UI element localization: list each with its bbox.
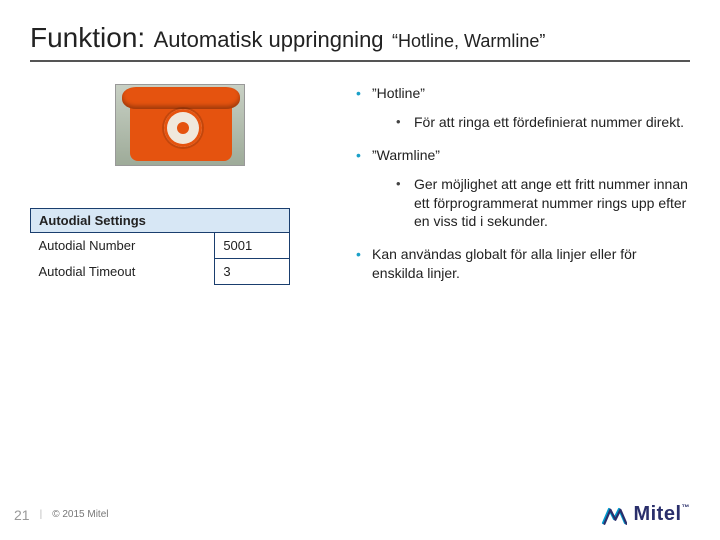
copyright-text: © 2015 Mitel	[52, 509, 108, 520]
settings-label: Autodial Number	[31, 233, 215, 259]
sub-bullet-list: För att ringa ett fördefinierat nummer d…	[372, 113, 690, 132]
content: Autodial Settings Autodial Number 5001 A…	[30, 84, 690, 297]
brand-logo: Mitel™	[601, 503, 690, 526]
sub-bullet-text: För att ringa ett fördefinierat nummer d…	[414, 114, 684, 130]
title-sub1: Automatisk uppringning	[154, 27, 384, 52]
sub-bullet-list: Ger möjlighet att ange ett fritt nummer …	[372, 175, 690, 232]
bullet-text: ”Warmline”	[372, 147, 440, 163]
footer-separator: |	[40, 509, 43, 520]
slide: Funktion: Automatisk uppringning “Hotlin…	[0, 0, 720, 540]
table-row: Autodial Number 5001	[31, 233, 290, 259]
left-column: Autodial Settings Autodial Number 5001 A…	[30, 84, 330, 297]
bullet-item: ”Warmline” Ger möjlighet att ange ett fr…	[356, 146, 690, 232]
autodial-settings-table: Autodial Settings Autodial Number 5001 A…	[30, 208, 290, 285]
title-main: Funktion:	[30, 22, 145, 53]
rotary-phone-icon	[115, 84, 245, 166]
bullet-item: Kan användas globalt för alla linjer ell…	[356, 245, 690, 283]
sub-bullet-text: Ger möjlighet att ange ett fritt nummer …	[414, 176, 688, 230]
bullet-text: Kan användas globalt för alla linjer ell…	[372, 246, 637, 281]
settings-label: Autodial Timeout	[31, 259, 215, 285]
title-sub2: “Hotline, Warmline”	[392, 31, 545, 51]
settings-value: 3	[215, 259, 290, 285]
sub-bullet-item: För att ringa ett fördefinierat nummer d…	[396, 113, 690, 132]
footer: 21 | © 2015 Mitel Mitel™	[0, 503, 720, 526]
phone-image-wrap	[30, 84, 330, 166]
settings-header: Autodial Settings	[31, 209, 290, 233]
trademark-icon: ™	[682, 503, 691, 512]
page-number: 21	[14, 507, 30, 523]
brand-name: Mitel™	[633, 503, 690, 526]
title-row: Funktion: Automatisk uppringning “Hotlin…	[30, 22, 690, 62]
mitel-logo-icon	[601, 505, 627, 525]
bullet-list: ”Hotline” För att ringa ett fördefiniera…	[356, 84, 690, 283]
bullet-item: ”Hotline” För att ringa ett fördefiniera…	[356, 84, 690, 132]
footer-left: 21 | © 2015 Mitel	[14, 507, 108, 523]
sub-bullet-item: Ger möjlighet att ange ett fritt nummer …	[396, 175, 690, 232]
table-row: Autodial Timeout 3	[31, 259, 290, 285]
right-column: ”Hotline” För att ringa ett fördefiniera…	[356, 84, 690, 297]
bullet-text: ”Hotline”	[372, 85, 425, 101]
settings-value: 5001	[215, 233, 290, 259]
